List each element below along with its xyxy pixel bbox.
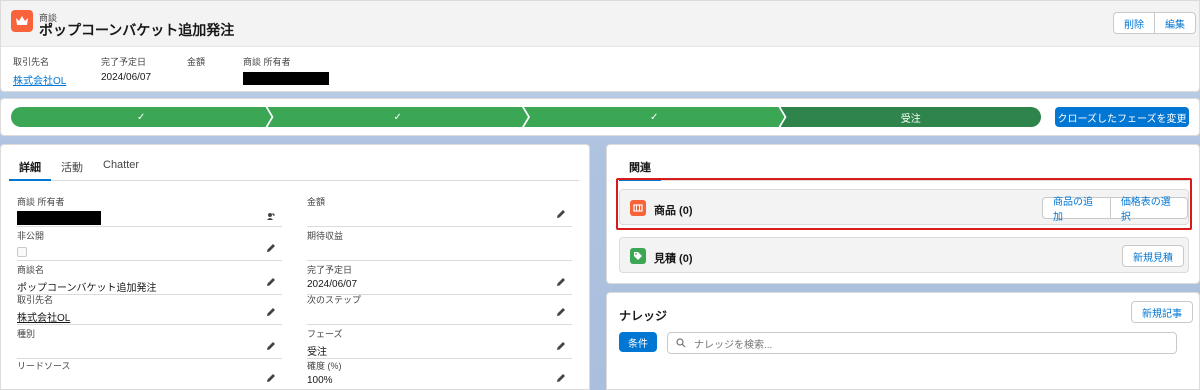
knowledge-card: ナレッジ 新規記事 条件 ナレッジを検索...: [606, 292, 1200, 390]
path-stage-current[interactable]: 受注: [780, 107, 1041, 127]
knowledge-title: ナレッジ: [619, 309, 668, 323]
header-top: 商談 ポップコーンバケット追加発注 削除 編集: [1, 1, 1199, 47]
account-link[interactable]: 株式会社OL: [13, 72, 66, 87]
pencil-icon[interactable]: [556, 307, 566, 317]
field-label: 期待収益: [307, 231, 344, 241]
pencil-icon[interactable]: [556, 277, 566, 287]
path-stage-1[interactable]: ✓: [11, 107, 272, 127]
field-amount: 金額: [307, 195, 572, 227]
field-label: 商談 所有者: [17, 197, 65, 207]
field-value: 2024/06/07: [307, 279, 358, 290]
field-label: 次のステップ: [307, 295, 362, 305]
knowledge-search-input[interactable]: ナレッジを検索...: [667, 332, 1177, 354]
record-header: 商談 ポップコーンバケット追加発注 削除 編集 取引先名 株式会社OL 完了予定…: [0, 0, 1200, 92]
pencil-icon[interactable]: [556, 373, 566, 383]
detail-card: 詳細 活動 Chatter 商談 所有者 非公開 商談名 ポップコーンバケット追…: [0, 144, 590, 390]
tab-details[interactable]: 詳細: [9, 157, 51, 181]
path-stage-3[interactable]: ✓: [524, 107, 785, 127]
pencil-icon[interactable]: [266, 243, 276, 253]
field-next-step: 次のステップ: [307, 293, 572, 325]
highlight-amount: 金額: [187, 55, 205, 68]
field-label: 完了予定日: [307, 265, 353, 275]
field-opportunity-name: 商談名 ポップコーンバケット追加発注: [17, 263, 282, 295]
pencil-icon[interactable]: [556, 341, 566, 351]
header-actions: 削除 編集: [1113, 12, 1196, 34]
stage-path: ✓ ✓ ✓ 受注: [11, 107, 1041, 127]
field-owner: 商談 所有者: [17, 195, 282, 227]
red-highlight-box: [616, 178, 1192, 230]
field-label: リードソース: [17, 361, 71, 371]
highlight-owner: 商談 所有者: [243, 55, 329, 85]
field-lead-source: リードソース: [17, 359, 282, 390]
field-value: 100%: [307, 375, 333, 386]
search-placeholder: ナレッジを検索...: [694, 339, 773, 351]
path-card: ✓ ✓ ✓ 受注 クローズしたフェーズを変更: [0, 98, 1200, 136]
field-stage: フェーズ 受注: [307, 327, 572, 359]
quotes-title[interactable]: 見積 (0): [654, 250, 693, 266]
pencil-icon[interactable]: [266, 307, 276, 317]
record-title: ポップコーンバケット追加発注: [39, 22, 235, 38]
field-expected-revenue: 期待収益: [307, 229, 572, 261]
tab-activity[interactable]: 活動: [51, 157, 93, 181]
edit-button[interactable]: 編集: [1154, 12, 1196, 34]
field-probability: 確度 (%) 100%: [307, 359, 572, 390]
quote-tag-icon: [630, 248, 646, 264]
highlight-account: 取引先名 株式会社OL: [13, 55, 66, 87]
field-private: 非公開: [17, 229, 282, 261]
redacted-owner: [243, 72, 329, 85]
field-value: ポップコーンバケット追加発注: [17, 283, 157, 294]
account-link[interactable]: 株式会社OL: [17, 309, 282, 324]
related-list-quotes: 見積 (0) 新規見積: [619, 237, 1189, 273]
field-label: 金額: [307, 197, 326, 207]
highlight-close-date: 完了予定日 2024/06/07: [101, 55, 151, 83]
private-checkbox[interactable]: [17, 247, 27, 257]
new-quote-button[interactable]: 新規見積: [1122, 245, 1184, 267]
field-close-date: 完了予定日 2024/06/07: [307, 263, 572, 295]
pencil-icon[interactable]: [266, 277, 276, 287]
field-label: 確度 (%): [307, 361, 342, 371]
field-label: 商談名: [17, 265, 45, 275]
highlight-label: 完了予定日: [101, 57, 147, 67]
pencil-icon[interactable]: [556, 209, 566, 219]
field-type: 種別: [17, 327, 282, 359]
search-icon: [676, 338, 686, 348]
field-label: 種別: [17, 329, 36, 339]
change-owner-icon[interactable]: [266, 211, 276, 221]
highlight-label: 取引先名: [13, 57, 50, 67]
highlight-label: 金額: [187, 57, 206, 67]
highlight-value: 2024/06/07: [101, 72, 152, 83]
field-label: フェーズ: [307, 329, 343, 339]
field-label: 取引先名: [17, 295, 54, 305]
path-stage-2[interactable]: ✓: [268, 107, 529, 127]
opportunity-crown-icon: [11, 10, 33, 32]
highlight-label: 商談 所有者: [243, 57, 291, 67]
change-closed-stage-button[interactable]: クローズしたフェーズを変更: [1055, 107, 1189, 127]
tab-chatter[interactable]: Chatter: [93, 157, 149, 181]
field-account: 取引先名 株式会社OL: [17, 293, 282, 325]
new-article-button[interactable]: 新規記事: [1131, 301, 1193, 323]
pencil-icon[interactable]: [266, 341, 276, 351]
field-value: 受注: [307, 347, 327, 358]
conditions-button[interactable]: 条件: [619, 332, 657, 352]
field-label: 非公開: [17, 231, 45, 241]
delete-button[interactable]: 削除: [1113, 12, 1155, 34]
redacted-owner: [17, 211, 101, 225]
detail-tabs: 詳細 活動 Chatter: [9, 157, 579, 181]
pencil-icon[interactable]: [266, 373, 276, 383]
